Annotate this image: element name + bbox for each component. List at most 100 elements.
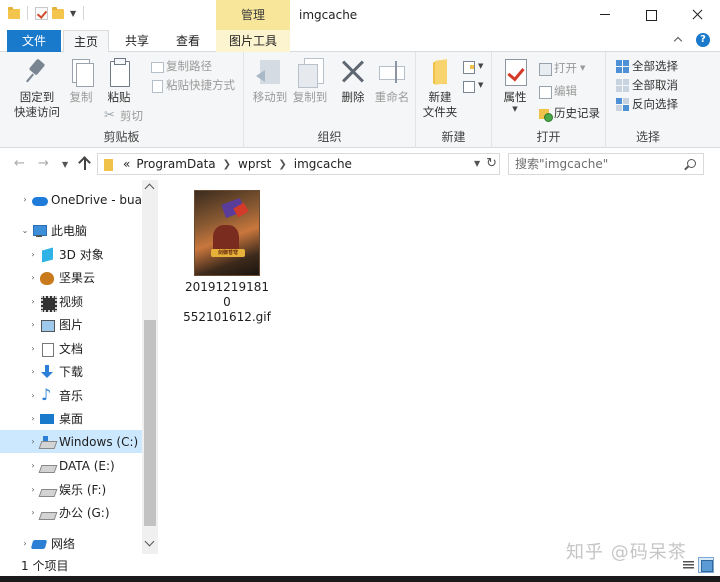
sidebar-item-office-g[interactable]: › 办公 (G:) [0, 501, 142, 524]
thumbnail-title-text: 剑御苍穹 [217, 250, 238, 256]
select-all-button[interactable]: 全部选择 [616, 58, 678, 75]
breadcrumb-imgcache[interactable]: imgcache [294, 157, 352, 171]
drive-icon [40, 506, 54, 520]
paste-shortcut-button[interactable]: 粘贴快捷方式 [150, 77, 235, 94]
new-item-dropdown-icon: ▼ [478, 62, 484, 70]
tab-home[interactable]: 主页 [63, 30, 109, 53]
breadcrumb-separator-icon[interactable]: ❯ [223, 159, 231, 170]
expand-chevron-icon[interactable]: ⌄ [20, 226, 30, 235]
expand-chevron-icon[interactable]: › [20, 539, 30, 548]
expand-chevron-icon[interactable]: › [28, 391, 38, 400]
back-arrow-icon[interactable]: ← [14, 156, 25, 171]
close-button[interactable] [674, 0, 720, 30]
customize-toolbar-dropdown-icon[interactable]: ▼ [70, 9, 76, 18]
sidebar-item-desktop[interactable]: › 桌面 [0, 407, 142, 430]
search-icon[interactable] [687, 159, 696, 168]
forward-arrow-icon[interactable]: → [38, 156, 49, 171]
new-folder-quick-icon[interactable] [52, 7, 64, 19]
sidebar-item-music[interactable]: › 音乐 [0, 384, 142, 407]
expand-chevron-icon[interactable]: › [28, 508, 38, 517]
file-item[interactable]: 剑御苍穹 201912191810 552101612.gif [182, 187, 272, 325]
sidebar-item-network[interactable]: › 网络 [0, 532, 142, 555]
search-box[interactable]: 搜索"imgcache" [508, 153, 704, 175]
tab-view[interactable]: 查看 [165, 30, 211, 52]
sidebar-item-entertainment-f[interactable]: › 娱乐 (F:) [0, 478, 142, 501]
breadcrumb-programdata[interactable]: ProgramData [136, 157, 215, 171]
properties-button[interactable]: 属性 ▼ [498, 58, 532, 113]
ribbon-group-select: 全部选择 全部取消 反向选择 选择 [606, 52, 690, 148]
history-button[interactable]: 历史记录 [538, 105, 600, 122]
expand-chevron-icon[interactable]: › [28, 273, 38, 282]
select-none-button[interactable]: 全部取消 [616, 77, 678, 94]
address-controls: ▼ ↻ [474, 156, 497, 171]
breadcrumb-wprst[interactable]: wprst [238, 157, 271, 171]
maximize-button[interactable] [628, 0, 674, 30]
expand-chevron-icon[interactable]: › [28, 485, 38, 494]
copy-path-button[interactable]: 复制路径 [150, 58, 212, 75]
open-button[interactable]: 打开 ▼ [538, 60, 585, 77]
scroll-down-arrow-icon[interactable] [144, 536, 155, 547]
easy-access-button[interactable]: ▼ [462, 77, 483, 94]
invert-selection-button[interactable]: 反向选择 [616, 96, 678, 113]
minimize-button[interactable] [582, 0, 628, 30]
expand-chevron-icon[interactable]: › [28, 250, 38, 259]
navigation-pane-scrollbar[interactable] [142, 180, 158, 554]
sidebar-item-nutstore[interactable]: › 坚果云 [0, 266, 142, 289]
refresh-icon[interactable]: ↻ [486, 156, 497, 171]
cut-button[interactable]: 剪切 [104, 107, 143, 125]
move-to-button[interactable]: 移动到 [248, 58, 292, 105]
sidebar-item-documents[interactable]: › 文档 [0, 337, 142, 360]
pin-to-quick-access-button[interactable]: 固定到 快速访问 [8, 58, 66, 120]
edit-button[interactable]: 编辑 [538, 83, 577, 100]
zhihu-watermark: 知乎 @码呆茶 [566, 542, 687, 563]
expand-chevron-icon[interactable]: › [28, 437, 38, 446]
expand-chevron-icon[interactable]: › [28, 367, 38, 376]
breadcrumb-separator-icon[interactable]: ❯ [278, 159, 286, 170]
delete-button[interactable]: 删除 [336, 58, 370, 105]
file-list-area[interactable]: 剑御苍穹 201912191810 552101612.gif [158, 180, 720, 554]
sidebar-item-label: Windows (C:) [59, 434, 139, 449]
sidebar-item-downloads[interactable]: › 下载 [0, 360, 142, 383]
properties-quick-icon[interactable] [35, 6, 48, 20]
copy-to-button[interactable]: 复制到 [288, 58, 332, 105]
new-item-button[interactable]: ▼ [462, 58, 483, 75]
invert-selection-label: 反向选择 [632, 97, 678, 111]
breadcrumb-overflow[interactable]: « [123, 157, 130, 171]
expand-chevron-icon[interactable]: › [28, 297, 38, 306]
sidebar-item-pictures[interactable]: › 图片 [0, 313, 142, 336]
new-folder-button[interactable]: 新建 文件夹 [420, 58, 460, 120]
expand-chevron-icon[interactable]: › [28, 414, 38, 423]
select-none-icon [616, 79, 629, 92]
sidebar-item-this-pc[interactable]: ⌄ 此电脑 [0, 219, 142, 242]
large-icons-view-button[interactable] [698, 557, 714, 573]
clipboard-group-label: 剪贴板 [103, 130, 140, 144]
sidebar-item-label: DATA (E:) [59, 458, 115, 473]
scrollbar-thumb[interactable] [144, 320, 156, 526]
expand-chevron-icon[interactable]: › [28, 461, 38, 470]
sidebar-item-videos[interactable]: › 视频 [0, 290, 142, 313]
tab-manage-context[interactable]: 管理 [216, 0, 290, 30]
rename-label: 重命名 [374, 90, 410, 104]
help-icon[interactable]: ? [696, 33, 710, 47]
tab-picture-tools[interactable]: 图片工具 [216, 30, 290, 52]
address-bar[interactable]: « ProgramData ❯ wprst ❯ imgcache ▼ ↻ [97, 153, 500, 175]
rename-button[interactable]: 重命名 [372, 58, 412, 105]
sidebar-item-3d-objects[interactable]: › 3D 对象 [0, 243, 142, 266]
minimize-ribbon-chevron-icon[interactable] [672, 34, 684, 46]
scroll-up-arrow-icon[interactable] [144, 183, 155, 194]
sidebar-item-data-e[interactable]: › DATA (E:) [0, 454, 142, 477]
tab-file[interactable]: 文件 [7, 30, 61, 52]
copy-to-label: 复制到 [292, 90, 328, 104]
paste-button[interactable]: 粘贴 [102, 58, 136, 105]
sidebar-item-windows-c[interactable]: › Windows (C:) [0, 430, 142, 453]
copy-button[interactable]: 复制 [64, 58, 98, 105]
sidebar-item-onedrive[interactable]: › OneDrive - buaa [0, 188, 142, 211]
up-arrow-icon[interactable] [78, 155, 92, 171]
tab-share[interactable]: 共享 [114, 30, 160, 52]
drive-icon [40, 459, 54, 473]
address-history-chevron-icon[interactable]: ▼ [474, 159, 480, 168]
expand-chevron-icon[interactable]: › [28, 344, 38, 353]
expand-chevron-icon[interactable]: › [28, 320, 38, 329]
recent-locations-chevron-icon[interactable]: ▼ [62, 160, 68, 169]
expand-chevron-icon[interactable]: › [20, 195, 30, 204]
